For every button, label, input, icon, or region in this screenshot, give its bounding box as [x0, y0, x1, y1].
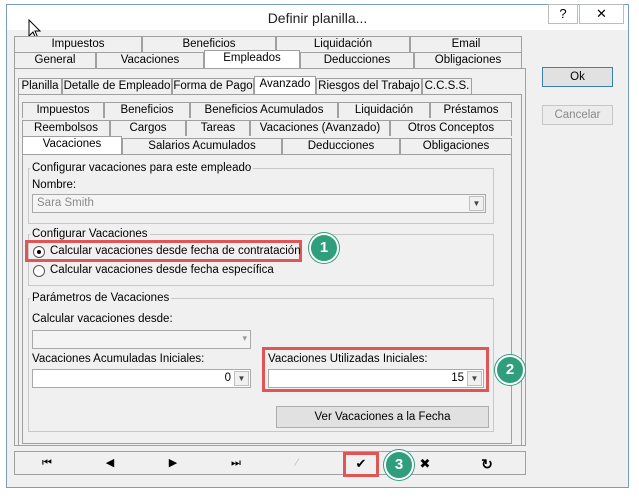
help-button[interactable]: ?: [548, 4, 578, 24]
calc-from-select[interactable]: ▾: [32, 330, 251, 349]
tab-reembolsos[interactable]: Reembolsos: [22, 120, 110, 136]
tab-email[interactable]: Email: [410, 36, 522, 52]
radio-hire-date[interactable]: [33, 246, 45, 258]
window-title: Definir planilla...: [267, 10, 368, 26]
option-specific-date-label: Calcular vacaciones desde fecha específi…: [50, 264, 274, 276]
tab-prestamos[interactable]: Préstamos: [430, 102, 512, 118]
chevron-down-icon: ▾: [242, 333, 247, 343]
tab-salarios-acumulados[interactable]: Salarios Acumulados: [122, 138, 282, 154]
tab-vacaciones-avanzado[interactable]: Vacaciones (Avanzado): [250, 120, 390, 136]
used-label: Vacaciones Utilizadas Iniciales:: [268, 353, 428, 365]
tab-vacaciones-outer[interactable]: Vacaciones: [96, 52, 204, 68]
tab-planilla[interactable]: Planilla: [18, 78, 62, 94]
radio-specific-date[interactable]: [33, 265, 45, 277]
option-hire-date-label: Calcular vacaciones desde fecha de contr…: [50, 245, 301, 257]
check-icon: ✔: [355, 456, 367, 471]
title-bar: Definir planilla...: [7, 5, 628, 30]
next-icon: ▶: [168, 457, 178, 469]
first-icon: ⏮: [42, 457, 52, 469]
callout-badge-2: 2: [495, 355, 525, 385]
tab-beneficios-adv[interactable]: Beneficios: [104, 102, 190, 118]
tab-tareas[interactable]: Tareas: [186, 120, 250, 136]
tab-impuestos-adv[interactable]: Impuestos: [22, 102, 104, 118]
callout-badge-1: 1: [309, 233, 339, 263]
config-group-legend: Configurar Vacaciones: [30, 228, 150, 240]
employee-name-select[interactable]: Sara Smith ▼: [32, 194, 486, 213]
tab-ccss[interactable]: C.C.S.S.: [422, 78, 472, 94]
tab-general[interactable]: General: [14, 52, 96, 68]
cancel-button[interactable]: Cancelar: [542, 105, 613, 125]
tab-forma-pago[interactable]: Forma de Pago: [172, 78, 254, 94]
edit-icon: ⁄: [296, 457, 298, 469]
tab-beneficios-acumulados[interactable]: Beneficios Acumulados: [190, 102, 338, 118]
record-navigator: [14, 451, 526, 475]
tab-obligaciones[interactable]: Obligaciones: [400, 138, 512, 154]
refresh-icon: ↻: [481, 456, 493, 472]
prev-icon: ◀: [105, 457, 115, 469]
chevron-down-icon: ▼: [469, 196, 484, 211]
accumulated-input[interactable]: 0 ▼: [32, 369, 251, 388]
chevron-down-icon: ▼: [234, 371, 249, 386]
tab-deducciones[interactable]: Deducciones: [282, 138, 400, 154]
tab-avanzado[interactable]: Avanzado: [254, 76, 316, 94]
next-record-button[interactable]: ▶: [160, 454, 186, 472]
accumulated-label: Vacaciones Acumuladas Iniciales:: [32, 353, 205, 365]
tab-deducciones-outer[interactable]: Deducciones: [300, 52, 414, 68]
tab-vacaciones[interactable]: Vacaciones: [22, 136, 122, 154]
used-input[interactable]: 15 ▼: [268, 369, 484, 388]
tab-liquidacion-adv[interactable]: Liquidación: [338, 102, 430, 118]
callout-badge-3: 3: [384, 450, 414, 480]
close-button[interactable]: ✕: [579, 4, 624, 24]
ok-button[interactable]: Ok: [542, 67, 613, 87]
help-icon: ?: [559, 6, 567, 21]
tab-impuestos[interactable]: Impuestos: [14, 36, 142, 52]
refresh-button[interactable]: ↻: [474, 455, 500, 473]
params-group-legend: Parámetros de Vacaciones: [30, 292, 172, 304]
view-vacations-button[interactable]: Ver Vacaciones a la Fecha: [276, 406, 489, 428]
cancel-record-button[interactable]: ✖: [412, 455, 438, 473]
tab-cargos[interactable]: Cargos: [110, 120, 186, 136]
calc-from-label: Calcular vacaciones desde:: [32, 313, 173, 325]
chevron-down-icon: ▼: [467, 371, 482, 386]
tab-riesgos-trabajo[interactable]: Riesgos del Trabajo: [316, 78, 422, 94]
prev-record-button[interactable]: ◀: [97, 454, 123, 472]
employee-group-legend: Configurar vacaciones para este empleado: [30, 162, 254, 174]
close-icon: ✕: [596, 6, 607, 21]
name-label: Nombre:: [32, 179, 77, 191]
tab-empleados[interactable]: Empleados: [204, 50, 300, 68]
cross-icon: ✖: [419, 456, 431, 471]
last-icon: ⏭: [231, 457, 241, 469]
tab-otros-conceptos[interactable]: Otros Conceptos: [390, 120, 512, 136]
edit-record-button[interactable]: ⁄: [284, 454, 310, 472]
tab-detalle-empleado[interactable]: Detalle de Empleado: [62, 78, 172, 94]
first-record-button[interactable]: ⏮: [34, 454, 60, 472]
last-record-button[interactable]: ⏭: [223, 454, 249, 472]
tab-obligaciones-outer[interactable]: Obligaciones: [414, 52, 522, 68]
save-record-button[interactable]: ✔: [348, 455, 374, 473]
